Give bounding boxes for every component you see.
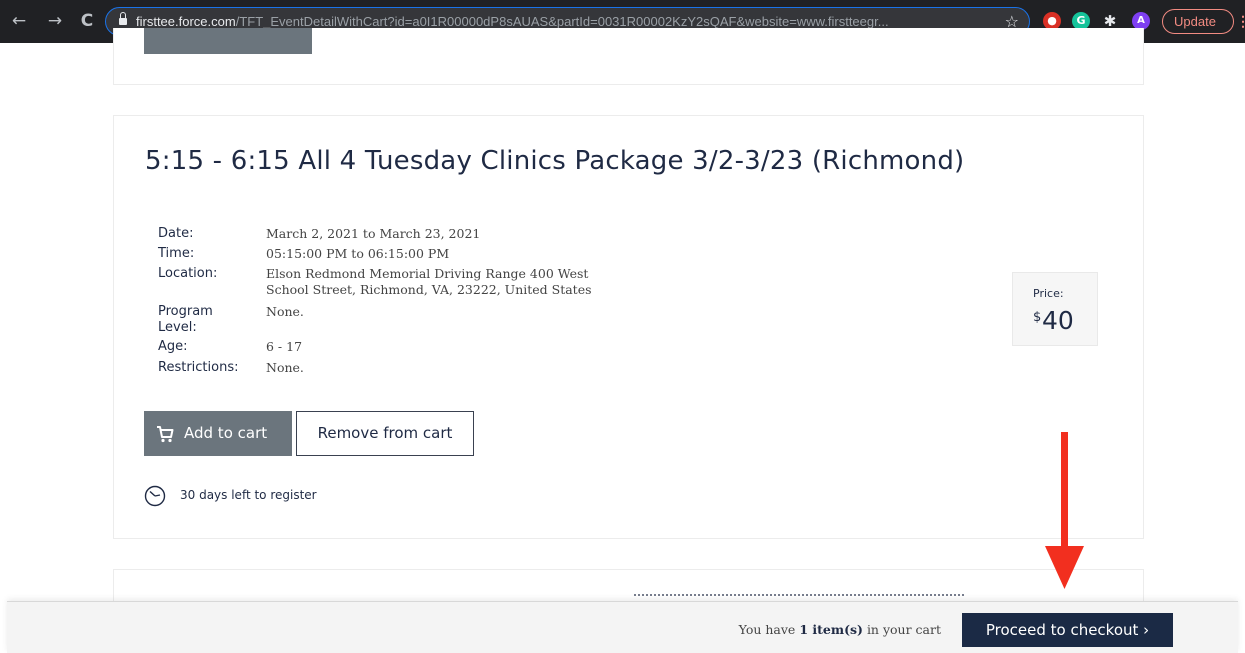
url-host: firsttee.force.com [136, 14, 236, 29]
add-to-cart-button[interactable]: Add to cart [144, 411, 292, 456]
cart-icon [157, 426, 174, 443]
program-level-label: Program Level: [158, 304, 266, 339]
detail-row-program-level: Program Level: None. [158, 304, 658, 339]
lock-icon [119, 12, 127, 26]
event-title: 5:15 - 6:15 All 4 Tuesday Clinics Packag… [145, 146, 965, 176]
url-path: /TFT_EventDetailWithCart?id=a0I1R00000dP… [235, 14, 889, 29]
detail-row-location: Location: Elson Redmond Memorial Driving… [158, 266, 658, 304]
price-box: Price: $ 40 [1012, 272, 1098, 346]
location-line-1: Elson Redmond Memorial Driving Range 400… [266, 266, 589, 281]
add-to-cart-label: Add to cart [184, 424, 268, 442]
cart-item-count: 1 item(s) [799, 622, 863, 637]
age-label: Age: [158, 339, 188, 354]
annotation-arrow-icon [1045, 432, 1084, 589]
proceed-to-checkout-button[interactable]: Proceed to checkout › [962, 613, 1173, 647]
program-level-value: None. [266, 304, 304, 319]
event-card: 5:15 - 6:15 All 4 Tuesday Clinics Packag… [113, 115, 1144, 539]
detail-row-restrictions: Restrictions: None. [158, 360, 658, 380]
location-line-2: School Street, Richmond, VA, 23222, Unit… [266, 282, 592, 297]
price-amount: 40 [1042, 306, 1074, 335]
date-value: March 2, 2021 to March 23, 2021 [266, 226, 481, 241]
update-button[interactable]: Update [1162, 9, 1234, 34]
price-currency: $ [1033, 310, 1042, 325]
location-value: Elson Redmond Memorial Driving Range 400… [266, 266, 646, 304]
program-level-label-line-2: Level: [158, 320, 197, 335]
cart-summary-suffix: in your cart [866, 622, 941, 637]
reload-icon[interactable]: C [76, 7, 98, 35]
back-arrow-icon[interactable]: ← [8, 7, 30, 35]
restrictions-value: None. [266, 360, 304, 375]
cart-summary-bar: You have 1 item(s) in your cart Proceed … [7, 601, 1238, 653]
remove-from-cart-button[interactable]: Remove from cart [296, 411, 474, 456]
detail-row-age: Age: 6 - 17 [158, 339, 658, 360]
clock-icon [144, 485, 166, 507]
registration-countdown: 30 days left to register [180, 488, 317, 502]
time-value: 05:15:00 PM to 06:15:00 PM [266, 246, 450, 261]
location-label: Location: [158, 266, 218, 281]
date-label: Date: [158, 226, 194, 241]
browser-menu-icon[interactable]: ⋮ [1236, 9, 1245, 34]
event-details: Date: March 2, 2021 to March 23, 2021 Ti… [158, 226, 658, 380]
age-value: 6 - 17 [266, 339, 303, 354]
previous-event-card [113, 28, 1144, 85]
price-label: Price: [1033, 287, 1064, 300]
previous-card-button[interactable] [144, 28, 312, 54]
cart-summary-text: You have 1 item(s) in your cart [7, 622, 941, 637]
program-level-label-line-1: Program [158, 304, 213, 319]
forward-arrow-icon[interactable]: → [44, 7, 66, 35]
detail-row-time: Time: 05:15:00 PM to 06:15:00 PM [158, 246, 658, 266]
detail-row-date: Date: March 2, 2021 to March 23, 2021 [158, 226, 658, 246]
time-label: Time: [158, 246, 195, 261]
restrictions-label: Restrictions: [158, 360, 239, 375]
cart-summary-prefix: You have [738, 622, 796, 637]
